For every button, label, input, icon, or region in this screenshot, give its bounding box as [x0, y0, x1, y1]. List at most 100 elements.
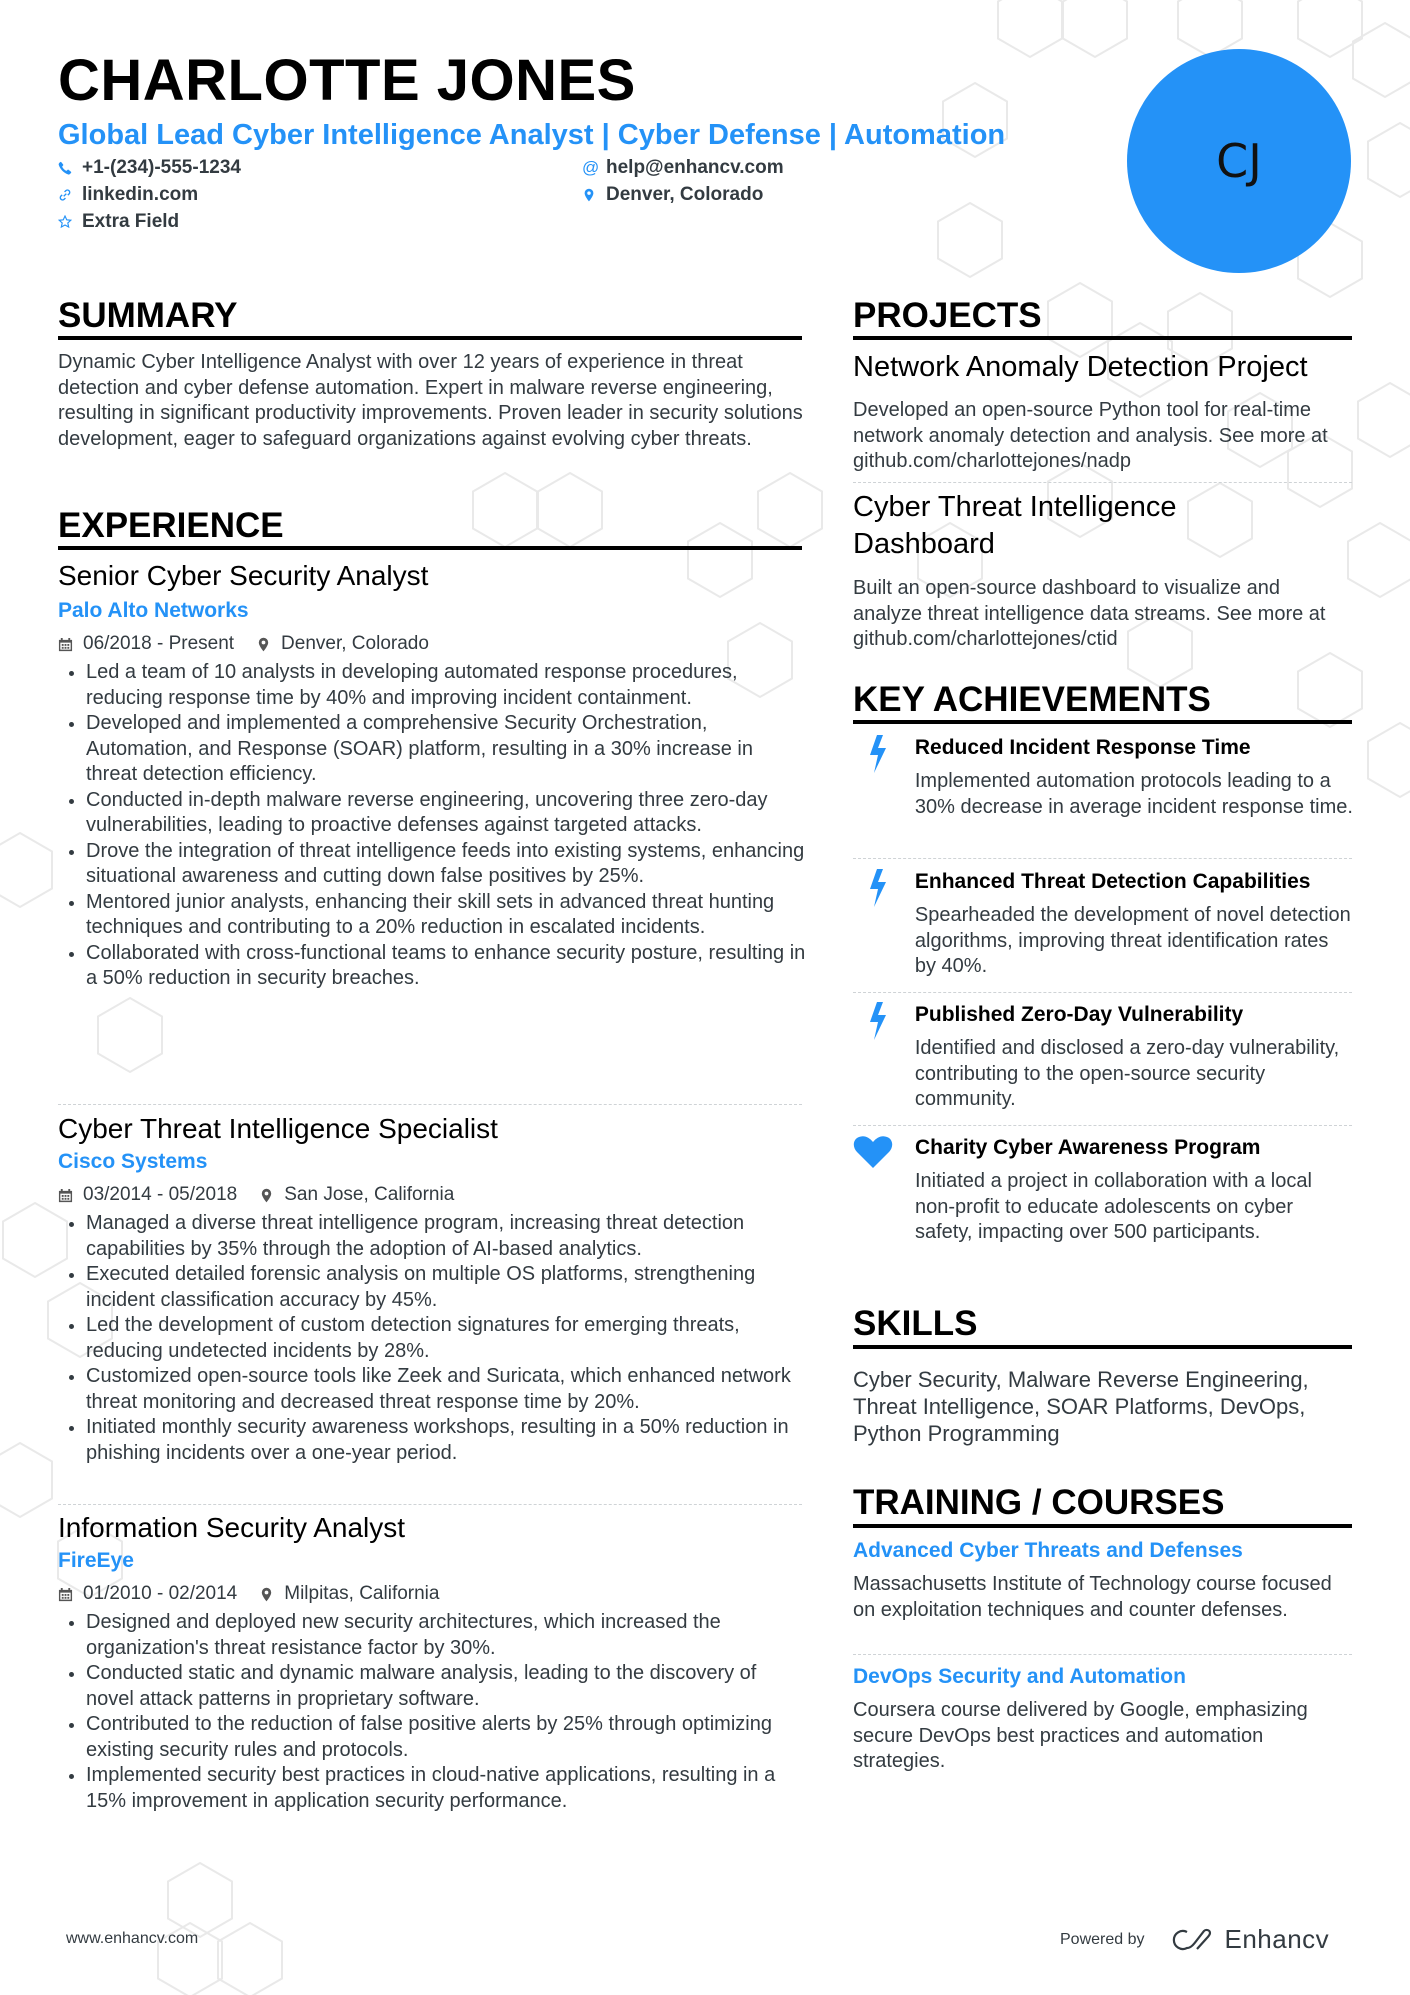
candidate-name: CHARLOTTE JONES — [58, 48, 636, 113]
contact-phone[interactable]: +1-(234)-555-1234 — [58, 156, 241, 180]
course-title: Advanced Cyber Threats and Defenses — [853, 1539, 1243, 1562]
bullet-item: Contributed to the reduction of false po… — [58, 1712, 808, 1763]
lightning-icon — [863, 735, 893, 773]
linkedin-text: linkedin.com — [82, 184, 199, 205]
bullet-item: Conducted static and dynamic malware ana… — [58, 1661, 808, 1712]
job-location: San Jose, California — [284, 1184, 455, 1205]
bullet-item: Developed and implemented a comprehensiv… — [58, 711, 808, 788]
email-text: help@enhancv.com — [606, 157, 784, 178]
bullet-item: Led the development of custom detection … — [58, 1313, 808, 1364]
section-divider — [853, 720, 1352, 724]
bullet-item: Conducted in-depth malware reverse engin… — [58, 788, 808, 839]
experience-entry: Information Security Analyst FireEye 01/… — [58, 1511, 808, 1814]
entry-separator — [58, 1504, 802, 1505]
job-title: Cyber Threat Intelligence Specialist — [58, 1113, 498, 1144]
calendar-icon — [58, 1587, 73, 1601]
project-description: Developed an open-source Python tool for… — [853, 399, 1328, 472]
hexagon-shape — [472, 471, 538, 549]
achievement-title: Reduced Incident Response Time — [914, 736, 1251, 759]
job-dates: 03/2014 - 05/2018 — [83, 1184, 238, 1205]
email-icon: @ — [582, 158, 600, 177]
job-bullets: Led a team of 10 analysts in developing … — [58, 660, 808, 992]
contact-linkedin[interactable]: linkedin.com — [58, 183, 198, 207]
entry-separator — [853, 1125, 1352, 1126]
location-text: Denver, Colorado — [606, 184, 764, 205]
course-title: DevOps Security and Automation — [853, 1665, 1186, 1688]
contact-extra-field: Extra Field — [58, 210, 179, 234]
achievement-entry: Enhanced Threat Detection Capabilities S… — [853, 869, 1353, 980]
key-achievements-heading: KEY ACHIEVEMENTS — [853, 680, 1211, 719]
company-name[interactable]: Palo Alto Networks — [58, 598, 808, 624]
skills-heading: SKILLS — [853, 1304, 978, 1343]
entry-separator — [853, 1654, 1352, 1655]
course-entry: DevOps Security and Automation Coursera … — [853, 1664, 1353, 1775]
hexagon-shape — [97, 996, 163, 1074]
bullet-item: Mentored junior analysts, enhancing thei… — [58, 890, 808, 941]
job-title: Senior Cyber Security Analyst — [58, 560, 429, 591]
course-entry: Advanced Cyber Threats and Defenses Mass… — [853, 1538, 1353, 1623]
hexagon-shape — [937, 201, 1003, 279]
section-divider — [58, 546, 802, 550]
job-title: Information Security Analyst — [58, 1512, 406, 1543]
contact-email[interactable]: @ help@enhancv.com — [582, 156, 784, 180]
entry-separator — [853, 992, 1352, 993]
hexagon-shape — [1367, 721, 1410, 799]
footer-website-link[interactable]: www.enhancv.com — [66, 1930, 198, 1948]
bullet-item: Led a team of 10 analysts in developing … — [58, 660, 808, 711]
candidate-headline: Global Lead Cyber Intelligence Analyst |… — [58, 119, 1006, 151]
contact-location: Denver, Colorado — [582, 183, 763, 207]
job-location: Denver, Colorado — [281, 633, 429, 654]
job-dates: 01/2010 - 02/2014 — [83, 1583, 238, 1604]
section-divider — [853, 1524, 1352, 1528]
skills-text: Cyber Security, Malware Reverse Engineer… — [853, 1367, 1309, 1446]
phone-text: +1-(234)-555-1234 — [82, 157, 241, 178]
job-dates: 06/2018 - Present — [83, 633, 235, 654]
hexagon-shape — [217, 1921, 283, 1995]
hexagon-shape — [1047, 281, 1113, 359]
company-name[interactable]: Cisco Systems — [58, 1149, 808, 1175]
footer-branding[interactable]: Powered by Enhancv — [1060, 1924, 1329, 1955]
extra-field-text: Extra Field — [82, 211, 180, 232]
entry-separator — [853, 858, 1352, 859]
hexagon-shape — [1367, 121, 1410, 199]
bullet-item: Customized open-source tools like Zeek a… — [58, 1364, 808, 1415]
achievement-description: Spearheaded the development of novel det… — [914, 904, 1351, 977]
hexagon-shape — [757, 471, 823, 549]
project-entry: Network Anomaly Detection Project Develo… — [853, 349, 1353, 475]
project-title: Network Anomaly Detection Project — [853, 351, 1308, 383]
calendar-icon — [58, 1188, 73, 1202]
project-description: Built an open-source dashboard to visual… — [853, 577, 1326, 650]
hexagon-shape — [0, 831, 53, 909]
lightning-icon — [863, 869, 893, 907]
bullet-item: Implemented security best practices in c… — [58, 1763, 808, 1814]
experience-entry: Senior Cyber Security Analyst Palo Alto … — [58, 559, 808, 992]
job-meta: 06/2018 - Present Denver, Colorado — [58, 632, 808, 656]
section-divider — [853, 1345, 1352, 1349]
achievement-title: Published Zero-Day Vulnerability — [914, 1003, 1244, 1026]
link-icon — [58, 188, 80, 202]
lightning-icon — [863, 1002, 893, 1040]
star-icon — [58, 215, 80, 229]
achievement-description: Identified and disclosed a zero-day vuln… — [914, 1037, 1340, 1110]
bullet-item: Executed detailed forensic analysis on m… — [58, 1262, 808, 1313]
entry-separator — [58, 1104, 802, 1105]
hexagon-shape — [1357, 381, 1410, 459]
location-icon — [582, 188, 604, 202]
avatar-initials: CJ — [1216, 134, 1262, 188]
hexagon-shape — [537, 471, 603, 549]
course-description: Coursera course delivered by Google, emp… — [853, 1699, 1308, 1772]
achievement-description: Initiated a project in collaboration wit… — [915, 1170, 1312, 1243]
bullet-item: Designed and deployed new security archi… — [58, 1610, 808, 1661]
achievement-title: Enhanced Threat Detection Capabilities — [914, 870, 1311, 893]
job-bullets: Managed a diverse threat intelligence pr… — [58, 1211, 808, 1466]
enhancv-brand: Enhancv — [1224, 1924, 1330, 1954]
company-name[interactable]: FireEye — [58, 1548, 808, 1574]
achievement-description: Implemented automation protocols leading… — [914, 770, 1353, 818]
summary-heading: SUMMARY — [58, 296, 238, 335]
course-description: Massachusetts Institute of Technology co… — [853, 1573, 1332, 1621]
job-meta: 03/2014 - 05/2018 San Jose, California — [58, 1183, 808, 1207]
location-icon — [262, 1587, 272, 1601]
projects-heading: PROJECTS — [853, 296, 1042, 335]
heart-icon — [853, 1135, 893, 1171]
experience-heading: EXPERIENCE — [58, 506, 284, 545]
